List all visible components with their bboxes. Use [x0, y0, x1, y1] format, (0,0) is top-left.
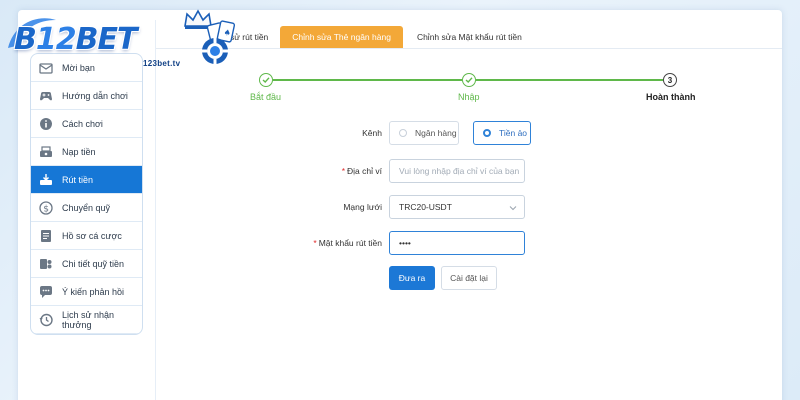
- sidebar-item-how-to-play[interactable]: Cách chơi: [31, 110, 142, 138]
- channel-option-crypto[interactable]: Tiền ảo: [473, 121, 531, 145]
- sidebar-item-label: Nạp tiền: [62, 146, 96, 157]
- sidebar-item-label: Ý kiến phản hồi: [62, 286, 125, 297]
- betting-record-icon: [39, 229, 53, 243]
- sidebar-item-guide[interactable]: Hướng dẫn chơi: [31, 82, 142, 110]
- logo-wordmark: B12BET: [14, 22, 137, 57]
- sidebar-item-withdraw[interactable]: Rút tiền: [31, 166, 142, 194]
- info-icon: [39, 117, 53, 131]
- sidebar-item-label: Rút tiền: [62, 174, 94, 185]
- feedback-icon: [39, 285, 53, 299]
- radio-checked-icon: [483, 129, 491, 137]
- channel-option-label: Ngân hàng: [415, 128, 457, 138]
- step-3-label: Hoàn thành: [646, 92, 696, 102]
- step-3-number: 3: [663, 73, 677, 87]
- channel-option-bank[interactable]: Ngân hàng: [389, 121, 459, 145]
- sidebar-item-label: Hồ sơ cá cược: [62, 230, 122, 241]
- withdraw-password-label: * Mật khẩu rút tiền: [313, 238, 382, 248]
- sidebar-item-fund-details[interactable]: Chi tiết quỹ tiền: [31, 250, 142, 278]
- chevron-down-icon: [509, 206, 517, 211]
- withdraw-password-input[interactable]: ••••: [389, 231, 525, 255]
- sidebar-item-label: Chuyển quỹ: [62, 202, 111, 213]
- sidebar-item-transfer[interactable]: $ Chuyển quỹ: [31, 194, 142, 222]
- channel-label: Kênh: [362, 128, 382, 138]
- channel-option-label: Tiền ảo: [499, 128, 528, 138]
- wallet-address-label: * Địa chỉ ví: [341, 166, 382, 176]
- reset-button[interactable]: Cài đặt lại: [441, 266, 497, 290]
- submit-button[interactable]: Đưa ra: [389, 266, 435, 290]
- transfer-icon: $: [39, 200, 53, 215]
- wallet-address-input[interactable]: Vui lòng nhập địa chỉ ví của bạn: [389, 159, 525, 183]
- tab-edit-bank-card[interactable]: Chỉnh sửa Thẻ ngân hàng: [280, 26, 403, 48]
- sidebar-item-reward-history[interactable]: Lịch sử nhận thưởng: [31, 306, 142, 334]
- fund-details-icon: [39, 257, 53, 271]
- network-select[interactable]: TRC20-USDT: [389, 195, 525, 219]
- step-1-label: Bắt đầu: [250, 92, 282, 102]
- sidebar-item-label: Chi tiết quỹ tiền: [62, 258, 125, 269]
- step-1-check-icon: [259, 73, 273, 87]
- sidebar-item-label: Cách chơi: [62, 118, 103, 129]
- withdraw-icon: [39, 173, 53, 187]
- radio-unchecked-icon: [399, 129, 407, 137]
- brand-logo[interactable]: B12BET ♠ 123bet.tv: [0, 0, 250, 78]
- sidebar-item-label: Lịch sử nhận thưởng: [62, 309, 115, 330]
- step-connector-2: [476, 79, 663, 81]
- svg-text:$: $: [43, 204, 49, 214]
- network-label: Mạng lưới: [343, 202, 382, 212]
- history-icon: [39, 313, 53, 327]
- logo-domain: 123bet.tv: [143, 59, 181, 68]
- tab-edit-withdraw-password[interactable]: Chỉnh sửa Mật khẩu rút tiền: [407, 26, 532, 48]
- sidebar: Mời bạn Hướng dẫn chơi Cách chơi Nạp tiề…: [30, 53, 143, 335]
- sidebar-item-feedback[interactable]: Ý kiến phản hồi: [31, 278, 142, 306]
- step-2-label: Nhập: [458, 92, 480, 102]
- sidebar-item-deposit[interactable]: Nạp tiền: [31, 138, 142, 166]
- sidebar-item-label: Hướng dẫn chơi: [62, 90, 128, 101]
- sidebar-item-betting-record[interactable]: Hồ sơ cá cược: [31, 222, 142, 250]
- step-2-check-icon: [462, 73, 476, 87]
- casino-chip-icon: [202, 38, 228, 64]
- step-connector-1: [273, 79, 462, 81]
- gamepad-icon: [39, 89, 53, 103]
- network-select-value: TRC20-USDT: [399, 202, 452, 212]
- deposit-icon: [39, 145, 53, 159]
